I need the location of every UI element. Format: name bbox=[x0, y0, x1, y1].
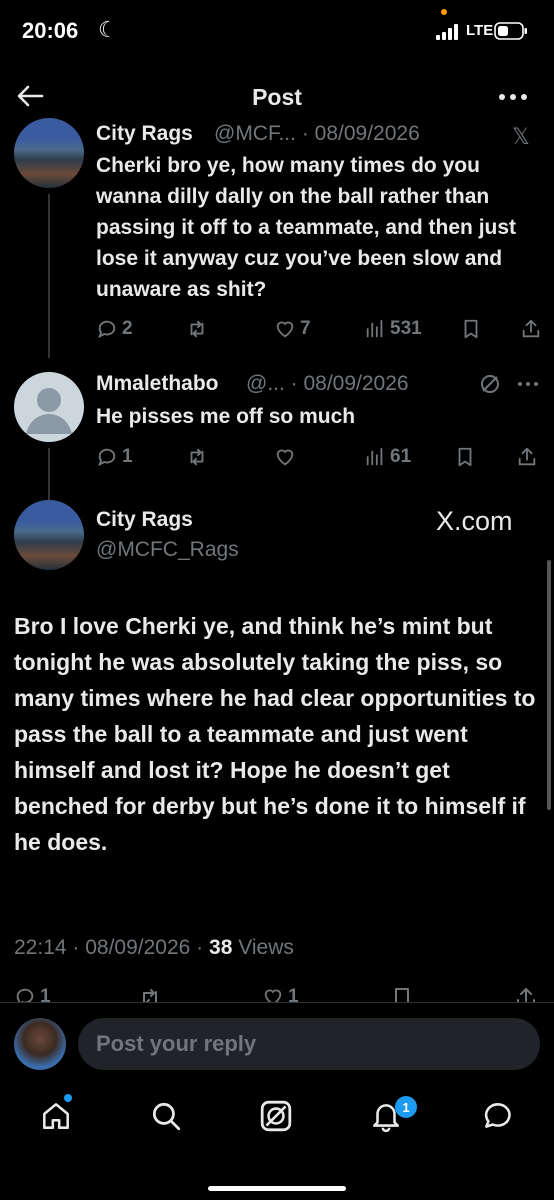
avatar[interactable] bbox=[14, 500, 84, 570]
my-avatar[interactable] bbox=[14, 1018, 66, 1070]
handle-date: @... · 08/09/2026 bbox=[246, 372, 409, 395]
post-text: He pisses me off so much bbox=[96, 405, 356, 428]
reply-count: 2 bbox=[122, 318, 133, 339]
handle-date: @MCF... · 08/09/2026 bbox=[214, 122, 420, 145]
home-indicator bbox=[208, 1186, 346, 1191]
status-time: 20:06 bbox=[22, 18, 79, 43]
post-text: Cherki bro ye, how many times do you wan… bbox=[96, 154, 517, 301]
bookmark-icon[interactable] bbox=[454, 446, 476, 468]
scrollbar[interactable] bbox=[547, 560, 551, 810]
reply-count: 1 bbox=[122, 446, 133, 467]
post-time: 22:14 bbox=[14, 936, 67, 959]
default-avatar-icon bbox=[26, 388, 72, 434]
moon-icon: ☾ bbox=[98, 17, 118, 42]
search-icon bbox=[152, 1102, 181, 1131]
views-button[interactable]: 61 bbox=[364, 446, 411, 468]
author-name[interactable]: City Rags bbox=[96, 122, 193, 146]
reply-icon bbox=[97, 448, 116, 467]
heart-icon bbox=[276, 321, 294, 338]
grok-icon bbox=[260, 1100, 292, 1132]
bookmark-icon[interactable] bbox=[460, 318, 482, 340]
grok-icon[interactable] bbox=[478, 372, 502, 396]
views-button[interactable]: 531 bbox=[364, 318, 422, 340]
more-options-icon[interactable] bbox=[516, 372, 540, 396]
views-count: 38 bbox=[209, 936, 233, 959]
nav-search[interactable] bbox=[144, 1094, 188, 1138]
like-count: 7 bbox=[300, 318, 311, 339]
reply-input[interactable] bbox=[78, 1018, 540, 1070]
battery-icon bbox=[494, 22, 527, 40]
repost-button[interactable] bbox=[186, 318, 208, 340]
heart-icon bbox=[276, 449, 294, 466]
page-title: Post bbox=[252, 84, 302, 110]
reply-button[interactable]: 2 bbox=[96, 318, 133, 340]
home-notification-dot bbox=[64, 1094, 72, 1102]
post-meta: 22:14 · 08/09/2026 · 38 Views bbox=[14, 936, 294, 959]
views-count: 61 bbox=[390, 446, 412, 467]
network-label: LTE bbox=[466, 22, 494, 39]
author-name[interactable]: City Rags bbox=[96, 508, 193, 532]
reply-icon bbox=[97, 320, 116, 339]
repost-icon bbox=[190, 320, 204, 338]
nav-grok[interactable] bbox=[254, 1094, 298, 1138]
like-button[interactable] bbox=[274, 446, 296, 468]
post-text: Bro I love Cherki ye, and think he’s min… bbox=[14, 613, 536, 855]
repost-button[interactable] bbox=[186, 446, 208, 468]
home-icon bbox=[43, 1103, 69, 1129]
share-icon[interactable] bbox=[520, 318, 542, 340]
nav-home[interactable] bbox=[34, 1094, 78, 1138]
privacy-indicator-dot bbox=[441, 9, 447, 15]
reply-button[interactable]: 1 bbox=[96, 446, 133, 468]
x-logo-icon: 𝕏 bbox=[512, 124, 530, 149]
like-button[interactable]: 7 bbox=[274, 318, 311, 340]
views-icon bbox=[366, 447, 383, 466]
views-icon bbox=[366, 319, 383, 338]
thread-line bbox=[48, 448, 50, 500]
chat-bubble-icon bbox=[484, 1103, 511, 1128]
repost-icon bbox=[190, 448, 204, 466]
nav-messages[interactable] bbox=[476, 1094, 520, 1138]
avatar[interactable] bbox=[14, 372, 84, 442]
share-icon[interactable] bbox=[516, 446, 538, 468]
thread-line bbox=[48, 194, 50, 358]
signal-icon bbox=[436, 24, 458, 40]
avatar[interactable] bbox=[14, 118, 84, 188]
post-date: 08/09/2026 bbox=[85, 936, 191, 959]
views-label: Views bbox=[238, 936, 294, 959]
notification-badge: 1 bbox=[395, 1096, 417, 1118]
views-count: 531 bbox=[390, 318, 422, 339]
more-options-icon[interactable] bbox=[496, 86, 530, 108]
author-handle[interactable]: @MCFC_Rags bbox=[96, 538, 239, 562]
watermark: X.com bbox=[436, 506, 513, 536]
author-name[interactable]: Mmalethabo bbox=[96, 372, 219, 396]
